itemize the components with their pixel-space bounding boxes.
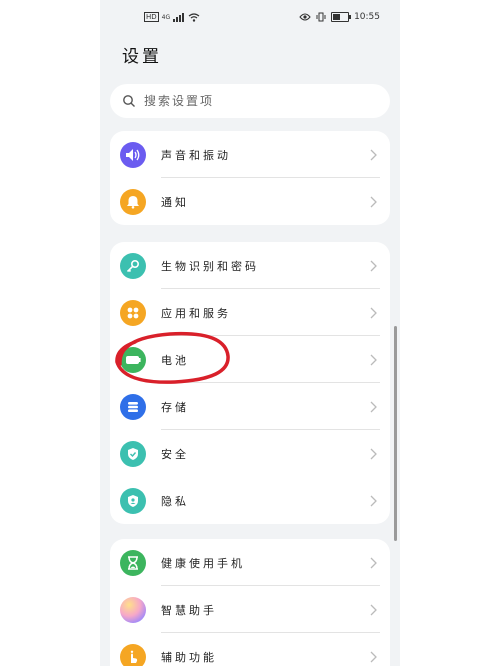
settings-item-sound[interactable]: 声音和振动	[110, 131, 390, 178]
settings-item-storage[interactable]: 存储	[110, 383, 390, 430]
scrollbar[interactable]	[394, 326, 397, 541]
key-icon	[120, 252, 146, 279]
settings-screen: HD 4G 10:55 设置 搜索设置项 声音和振动 通知 生物识别和密码 应用…	[100, 0, 400, 666]
settings-group-1: 声音和振动 通知	[110, 131, 390, 225]
settings-item-privacy[interactable]: 隐私	[110, 477, 390, 524]
network-type: 4G	[161, 13, 171, 21]
chevron-right-icon	[370, 196, 377, 207]
clock: 10:55	[354, 12, 380, 22]
settings-item-label: 声音和振动	[161, 148, 231, 162]
eye-comfort-icon	[299, 13, 311, 21]
settings-item-digital-balance[interactable]: 健康使用手机	[110, 539, 390, 586]
hd-badge: HD	[144, 12, 159, 22]
privacy-shield-icon	[120, 487, 146, 514]
search-bar[interactable]	[110, 84, 390, 118]
settings-item-label: 通知	[161, 195, 189, 209]
settings-item-assistant[interactable]: 智慧助手	[110, 586, 390, 633]
wifi-icon	[188, 12, 200, 22]
battery-icon	[120, 346, 146, 373]
settings-item-biometrics[interactable]: 生物识别和密码	[110, 242, 390, 289]
accessibility-hand-icon	[120, 643, 146, 666]
shield-check-icon	[120, 440, 146, 467]
chevron-right-icon	[370, 557, 377, 568]
chevron-right-icon	[370, 495, 377, 506]
settings-item-label: 生物识别和密码	[161, 259, 259, 273]
vibrate-icon	[316, 12, 326, 22]
apps-icon	[120, 299, 146, 326]
settings-item-battery[interactable]: 电池	[110, 336, 390, 383]
settings-group-2: 生物识别和密码 应用和服务 电池 存储 安全 隐私	[110, 242, 390, 524]
settings-item-label: 健康使用手机	[161, 556, 245, 570]
settings-item-security[interactable]: 安全	[110, 430, 390, 477]
bell-icon	[120, 188, 146, 215]
chevron-right-icon	[370, 401, 377, 412]
battery-status-icon	[331, 12, 352, 22]
status-bar: HD 4G 10:55	[100, 0, 400, 34]
settings-item-label: 电池	[161, 353, 189, 367]
chevron-right-icon	[370, 448, 377, 459]
battery-fill	[333, 14, 341, 20]
search-input[interactable]	[142, 93, 366, 109]
chevron-right-icon	[370, 604, 377, 615]
status-left: HD 4G	[144, 12, 200, 22]
hourglass-icon	[120, 549, 146, 576]
chevron-right-icon	[370, 260, 377, 271]
settings-item-label: 智慧助手	[161, 603, 217, 617]
chevron-right-icon	[370, 149, 377, 160]
settings-item-apps[interactable]: 应用和服务	[110, 289, 390, 336]
search-icon	[123, 95, 135, 107]
settings-item-label: 应用和服务	[161, 306, 231, 320]
settings-item-notifications[interactable]: 通知	[110, 178, 390, 225]
settings-item-label: 存储	[161, 400, 189, 414]
page-title: 设置	[122, 47, 162, 67]
signal-icon	[173, 12, 185, 22]
chevron-right-icon	[370, 354, 377, 365]
settings-item-accessibility[interactable]: 辅助功能	[110, 633, 390, 666]
speaker-icon	[120, 141, 146, 168]
settings-item-label: 辅助功能	[161, 650, 217, 664]
settings-item-label: 隐私	[161, 494, 189, 508]
chevron-right-icon	[370, 651, 377, 662]
assistant-orb-icon	[120, 596, 146, 623]
settings-item-label: 安全	[161, 447, 189, 461]
chevron-right-icon	[370, 307, 377, 318]
status-right: 10:55	[299, 12, 380, 22]
settings-group-3: 健康使用手机 智慧助手 辅助功能	[110, 539, 390, 666]
storage-icon	[120, 393, 146, 420]
